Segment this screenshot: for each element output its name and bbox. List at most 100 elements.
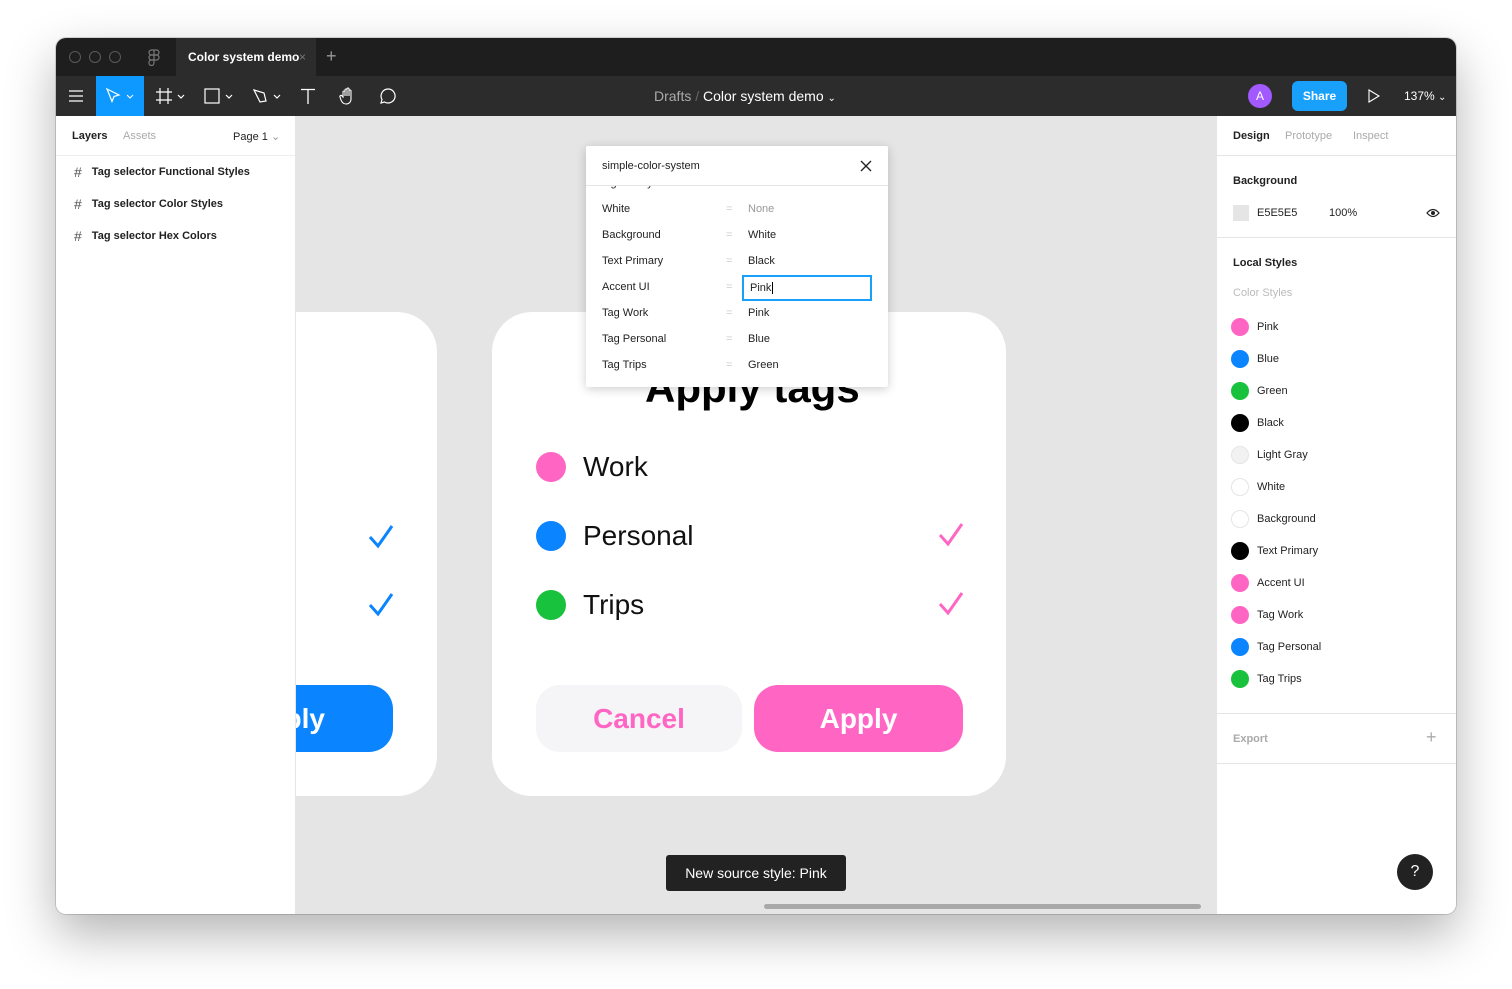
background-opacity-input[interactable]: 100% [1329,207,1357,219]
zoom-window-button[interactable] [109,51,121,63]
page-dropdown[interactable]: Page 1 ⌄ [233,130,280,143]
tab-layers[interactable]: Layers [72,130,107,142]
equals-sign: = [726,203,733,215]
style-mapping-row: White = None [602,196,872,222]
frame-tool-button[interactable] [154,76,190,116]
source-style-name: Tag Personal [602,333,667,345]
style-name: Tag Personal [1257,641,1322,653]
tab-color-system-demo[interactable]: Color system demo × [176,38,316,76]
close-tab-icon[interactable]: × [299,38,306,76]
close-icon[interactable] [860,160,872,172]
tag-row[interactable]: Personal [536,520,694,552]
background-swatch[interactable] [1233,205,1249,221]
breadcrumb-drafts[interactable]: Drafts [654,88,691,104]
equals-sign: = [726,229,733,241]
tag-label: Personal [583,520,694,551]
frame-icon: # [74,196,82,212]
eye-icon[interactable] [1426,208,1440,218]
style-mapping-row: Tag Trips = Green [602,352,872,378]
text-icon [301,88,315,104]
source-style-name: Background [602,229,661,241]
color-style-item[interactable]: Green [1217,375,1456,407]
cancel-button[interactable]: Cancel [536,685,742,752]
figma-logo-icon[interactable] [148,49,160,66]
color-swatch [1231,478,1249,496]
hand-tool-button[interactable] [336,76,360,116]
target-style-name[interactable]: White [748,222,776,248]
color-style-item[interactable]: Blue [1217,343,1456,375]
tab-inspect[interactable]: Inspect [1353,130,1388,142]
color-swatch [1231,350,1249,368]
color-styles-label: Color Styles [1233,287,1293,299]
cursor-icon [105,88,134,104]
target-style-input[interactable]: Pink [742,275,872,301]
target-style-name[interactable]: None [748,196,774,222]
tab-assets[interactable]: Assets [123,130,156,142]
pen-tool-button[interactable] [250,76,286,116]
style-mapping-row: Text Primary = Black [602,248,872,274]
target-style-name[interactable]: Black [748,248,775,274]
layer-item[interactable]: # Tag selector Hex Colors [56,220,295,252]
zoom-dropdown[interactable]: 137% ⌄ [1404,76,1446,118]
color-style-item[interactable]: Text Primary [1217,535,1456,567]
avatar[interactable]: A [1248,84,1272,108]
check-icon [938,592,964,616]
horizontal-scrollbar[interactable] [764,904,1201,909]
color-style-item[interactable]: Light Gray [1217,439,1456,471]
left-apply-button[interactable]: ply [296,685,393,752]
play-icon [1368,89,1380,103]
layer-item[interactable]: # Tag selector Color Styles [56,188,295,220]
style-mapping-row: Tag Personal = Blue [602,326,872,352]
color-style-item[interactable]: Tag Personal [1217,631,1456,663]
comment-tool-button[interactable] [376,76,400,116]
tag-row[interactable]: Work [536,451,648,483]
shape-tool-button[interactable] [202,76,238,116]
color-style-item[interactable]: White [1217,471,1456,503]
target-style-name[interactable]: Blue [748,326,770,352]
color-swatch [1231,670,1249,688]
check-icon [938,523,964,547]
left-frame-card[interactable]: ply [296,312,437,796]
color-style-item[interactable]: Tag Trips [1217,663,1456,695]
tab-design[interactable]: Design [1233,130,1270,142]
breadcrumb-separator: / [695,88,700,104]
present-button[interactable] [1364,76,1384,116]
frame-icon: # [74,228,82,244]
page-label: Page 1 [233,131,268,143]
background-hex-input[interactable]: E5E5E5 [1257,207,1297,219]
color-swatch [1231,510,1249,528]
tag-row[interactable]: Trips [536,589,644,621]
add-export-icon[interactable]: + [1426,727,1437,748]
text-tool-button[interactable] [296,76,320,116]
rectangle-icon [204,88,233,104]
toolbar: Drafts / Color system demo ⌄ A Share 137… [56,76,1456,116]
canvas[interactable]: ply Apply tags WorkPersonalTrips Cancel … [296,116,1216,914]
color-style-item[interactable]: Black [1217,407,1456,439]
close-window-button[interactable] [69,51,81,63]
breadcrumb-file[interactable]: Color system demo [703,88,824,104]
main-menu-button[interactable] [56,76,96,116]
chevron-down-icon[interactable]: ⌄ [828,93,836,104]
color-style-item[interactable]: Pink [1217,311,1456,343]
layer-item[interactable]: # Tag selector Functional Styles [56,156,295,188]
color-style-item[interactable]: Tag Work [1217,599,1456,631]
tab-prototype[interactable]: Prototype [1285,130,1332,142]
color-style-item[interactable]: Background [1217,503,1456,535]
new-tab-button[interactable]: + [326,46,337,67]
style-name: Pink [1257,321,1279,333]
style-name: Blue [1257,353,1280,365]
move-tool-button[interactable] [96,76,144,116]
color-swatch [1231,414,1249,432]
tag-label: Trips [583,589,645,620]
color-style-item[interactable]: Accent UI [1217,567,1456,599]
share-button[interactable]: Share [1292,81,1347,111]
minimize-window-button[interactable] [89,51,101,63]
check-icon [368,525,394,549]
style-mapping-row: Tag Work = Pink [602,300,872,326]
hand-icon [339,87,352,105]
style-name: Tag Work [1257,609,1304,621]
target-style-name[interactable]: Green [748,352,779,378]
help-button[interactable]: ? [1397,854,1433,890]
apply-button[interactable]: Apply [754,685,963,752]
target-style-name[interactable]: Pink [748,300,769,326]
